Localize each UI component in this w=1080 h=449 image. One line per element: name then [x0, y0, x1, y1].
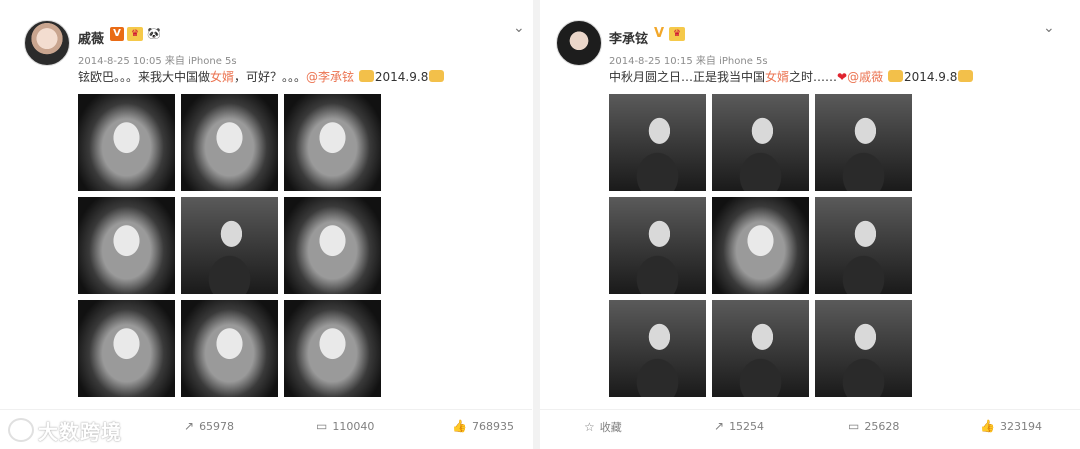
verified-v-icon: V [653, 26, 665, 41]
like-icon: 👍 [980, 419, 995, 433]
photo-thumb[interactable] [609, 94, 706, 191]
weibo-post-left: 戚薇 V ♛ 🐼 2014-8-25 10:05 来自 iPhone 5s ⌄ … [0, 0, 532, 449]
photo-thumb[interactable] [284, 300, 381, 397]
photo-thumb[interactable] [712, 94, 809, 191]
photo-thumb[interactable] [815, 94, 912, 191]
like-button[interactable]: 👍 768935 [452, 419, 514, 433]
post-text-link[interactable]: 女婿 [765, 70, 789, 84]
emoji-icon [429, 70, 445, 82]
post-text-mid: ，可好？。。。 [234, 70, 307, 84]
photo-thumb[interactable] [284, 197, 381, 294]
verified-v-icon: V [110, 27, 124, 41]
like-count: 323194 [999, 419, 1042, 433]
avatar[interactable] [556, 20, 602, 66]
avatar[interactable] [24, 20, 70, 66]
repost-button[interactable]: ↗ 15254 [714, 419, 764, 433]
column-divider [533, 0, 540, 449]
photo-thumb[interactable] [78, 300, 175, 397]
watermark: 大数跨境 [8, 416, 122, 445]
post-text-pre: 中秋月圆之日…正是我当中国 [609, 70, 766, 84]
member-crown-icon: ♛ [669, 27, 685, 41]
comment-button[interactable]: ▭ 110040 [316, 419, 374, 433]
repost-button[interactable]: ↗ 65978 [184, 419, 234, 433]
favorite-label: 收藏 [599, 421, 622, 434]
photo-thumb[interactable] [181, 94, 278, 191]
author-badges: V ♛ [652, 27, 685, 41]
comment-count: 110040 [332, 419, 375, 433]
emoji-icon [887, 70, 903, 82]
repost-count: 65978 [199, 419, 235, 433]
repost-icon: ↗ [184, 419, 195, 433]
author-name[interactable]: 戚薇 [78, 28, 104, 47]
like-button[interactable]: 👍 323194 [980, 419, 1042, 433]
post-text-link[interactable]: 女婿 [210, 70, 234, 84]
post-text-pre: 铉欧巴。。。来我大中国做 [78, 70, 211, 84]
photo-thumb[interactable] [609, 300, 706, 397]
author-badges: V ♛ 🐼 [110, 27, 162, 41]
comment-count: 25628 [864, 419, 900, 433]
watermark-text: 大数跨境 [38, 420, 122, 444]
weibo-post-right: 李承铉 V ♛ 2014-8-25 10:15 来自 iPhone 5s ⌄ 中… [540, 0, 1080, 449]
post-text-mid: 之时…… [789, 70, 838, 84]
star-icon: ☆ [584, 420, 595, 434]
heart-icon: ❤ [837, 70, 848, 84]
post-meta: 2014-8-25 10:05 来自 iPhone 5s [78, 56, 237, 67]
watermark-logo-icon [8, 418, 34, 442]
emoji-icon [958, 70, 974, 82]
photo-thumb[interactable] [78, 197, 175, 294]
date-tag: 2014.9.8 [374, 70, 429, 84]
emoji-icon [358, 70, 374, 82]
like-count: 768935 [471, 419, 514, 433]
favorite-button[interactable]: ☆ 收藏 [584, 419, 622, 435]
action-bar: ☆ 收藏 ↗ 15254 ▭ 25628 👍 323194 [540, 409, 1080, 440]
photo-thumb[interactable] [78, 94, 175, 191]
repost-count: 15254 [729, 419, 765, 433]
photo-grid [609, 94, 912, 397]
chevron-down-icon[interactable]: ⌄ [513, 20, 525, 36]
chevron-down-icon[interactable]: ⌄ [1043, 20, 1055, 36]
photo-thumb[interactable] [181, 300, 278, 397]
mention-link[interactable]: @戚薇 [847, 70, 883, 84]
photo-grid [78, 94, 381, 397]
post-meta: 2014-8-25 10:15 来自 iPhone 5s [609, 56, 768, 67]
mention-link[interactable]: @李承铉 [306, 70, 354, 84]
comment-icon: ▭ [848, 419, 860, 433]
date-tag: 2014.9.8 [903, 70, 958, 84]
comment-icon: ▭ [316, 419, 328, 433]
comment-button[interactable]: ▭ 25628 [848, 419, 899, 433]
post-text: 中秋月圆之日…正是我当中国女婿之时……❤@戚薇 2014.9.8 [609, 68, 974, 85]
repost-icon: ↗ [714, 419, 725, 433]
member-crown-icon: ♛ [127, 27, 143, 41]
photo-thumb[interactable] [284, 94, 381, 191]
like-icon: 👍 [452, 419, 467, 433]
photo-thumb[interactable] [815, 197, 912, 294]
photo-thumb[interactable] [815, 300, 912, 397]
photo-thumb[interactable] [609, 197, 706, 294]
photo-thumb[interactable] [181, 197, 278, 294]
photo-thumb[interactable] [712, 300, 809, 397]
post-text: 铉欧巴。。。来我大中国做女婿，可好？。。。@李承铉 2014.9.8 [78, 68, 445, 85]
author-name[interactable]: 李承铉 [609, 28, 648, 47]
photo-thumb[interactable] [712, 197, 809, 294]
panda-icon: 🐼 [147, 27, 161, 40]
